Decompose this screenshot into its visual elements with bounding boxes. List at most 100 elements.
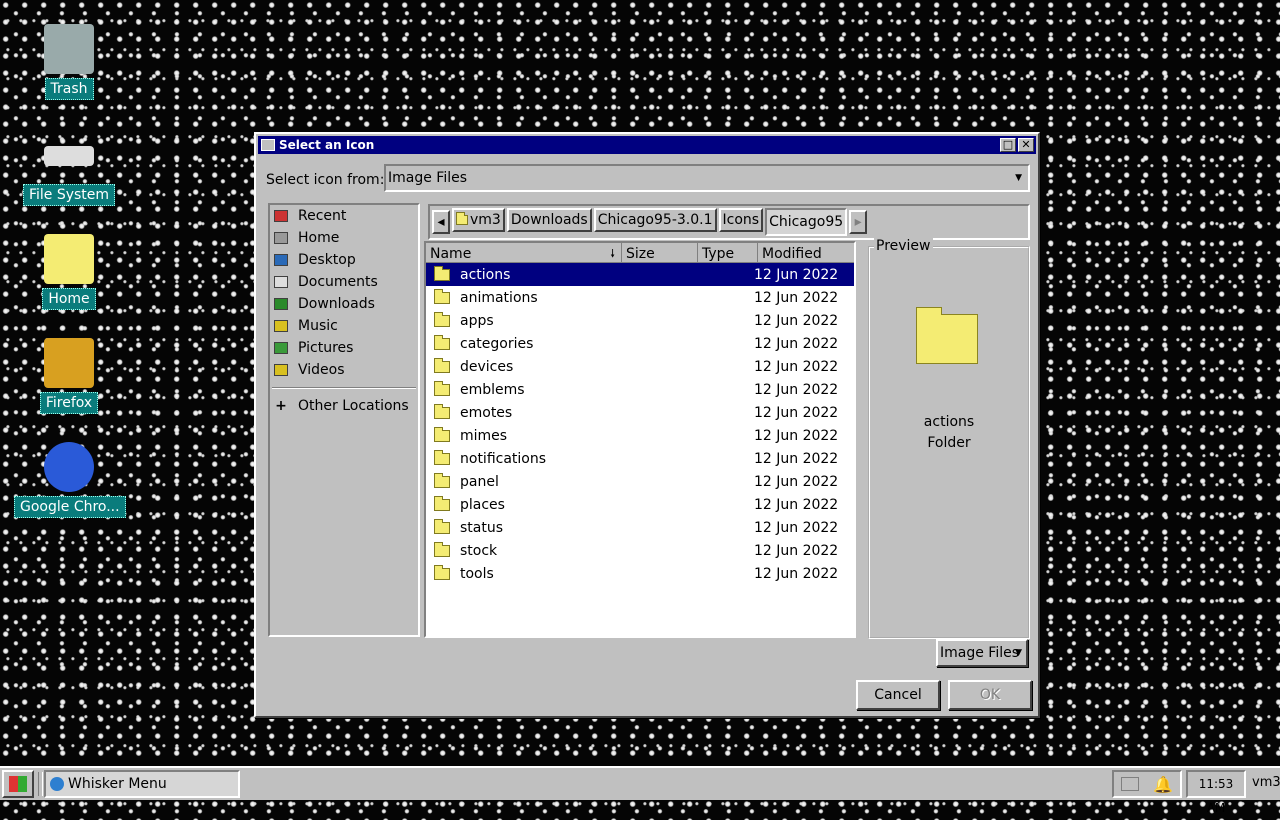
sidebar-item-documents[interactable]: Documents (270, 271, 418, 293)
pictures-icon (274, 342, 288, 354)
bell-icon[interactable]: 🔔 (1153, 775, 1173, 794)
file-row[interactable]: notifications 12 Jun 2022 (426, 447, 854, 470)
arrow-left-icon: ◂ (437, 214, 445, 230)
dialog-titlebar[interactable]: Select an Icon □ ✕ (258, 136, 1036, 154)
file-modified: 12 Jun 2022 (754, 404, 839, 421)
path-crumb[interactable]: vm3 (452, 208, 505, 232)
column-type[interactable]: Type (698, 243, 758, 263)
file-name: tools (460, 565, 494, 582)
file-row[interactable]: places 12 Jun 2022 (426, 493, 854, 516)
home-folder-icon (456, 212, 468, 225)
preview-label: Preview (874, 238, 933, 254)
preview-frame: Preview actions Folder (868, 238, 1030, 639)
places-divider (272, 387, 416, 389)
folder-icon (434, 564, 450, 580)
file-name: panel (460, 473, 499, 490)
path-crumb-label: Chicago95 (769, 214, 844, 230)
sidebar-item-music[interactable]: Music (270, 315, 418, 337)
path-forward-button[interactable]: ▸ (849, 210, 868, 234)
source-label: Select icon from: (266, 172, 385, 188)
column-size-label: Size (626, 246, 655, 262)
column-modified-label: Modified (762, 246, 822, 262)
battery-icon[interactable] (1121, 777, 1140, 791)
desktop-icon-2[interactable]: File System (14, 130, 124, 210)
source-combo[interactable]: Image Files ▼ (384, 164, 1030, 192)
clock[interactable]: 11:53 AM (1186, 770, 1246, 815)
maximize-button[interactable]: □ (1000, 138, 1016, 152)
sidebar-item-label: Desktop (298, 252, 356, 268)
file-row[interactable]: tools 12 Jun 2022 (426, 562, 854, 585)
file-row[interactable]: animations 12 Jun 2022 (426, 286, 854, 309)
folder-icon (434, 541, 450, 557)
file-row[interactable]: emblems 12 Jun 2022 (426, 378, 854, 401)
folder-icon (434, 449, 450, 465)
sidebar-item-other-locations[interactable]: + Other Locations (270, 395, 418, 417)
folder-icon (434, 518, 450, 534)
folder-icon (434, 495, 450, 511)
chevron-down-icon: ▼ (1015, 648, 1022, 658)
sidebar-item-home[interactable]: Home (270, 227, 418, 249)
column-modified[interactable]: Modified (758, 243, 854, 263)
path-back-button[interactable]: ◂ (432, 210, 450, 234)
folder-icon (434, 403, 450, 419)
downloads-icon (274, 298, 288, 310)
file-name: notifications (460, 450, 547, 467)
file-name: places (460, 496, 505, 513)
file-row[interactable]: panel 12 Jun 2022 (426, 470, 854, 493)
file-row[interactable]: devices 12 Jun 2022 (426, 355, 854, 378)
task-whisker-menu[interactable]: Whisker Menu (44, 770, 240, 798)
sidebar-item-label: Videos (298, 362, 345, 378)
desktop-icon-1[interactable]: Trash (14, 24, 124, 104)
sidebar-item-videos[interactable]: Videos (270, 359, 418, 381)
desktop-icon-5[interactable]: Google Chro... (14, 442, 126, 522)
sidebar-item-pictures[interactable]: Pictures (270, 337, 418, 359)
folder-icon (434, 472, 450, 488)
folder-icon (434, 288, 450, 304)
sidebar-item-label: Music (298, 318, 338, 334)
file-row[interactable]: mimes 12 Jun 2022 (426, 424, 854, 447)
cancel-button[interactable]: Cancel (856, 680, 940, 710)
file-row[interactable]: actions 12 Jun 2022 (426, 263, 854, 286)
file-modified: 12 Jun 2022 (754, 312, 839, 329)
sidebar-item-desktop[interactable]: Desktop (270, 249, 418, 271)
ok-button[interactable]: OK (948, 680, 1032, 710)
close-button[interactable]: ✕ (1018, 138, 1034, 152)
user-label[interactable]: vm3 (1252, 770, 1280, 798)
column-size[interactable]: Size (622, 243, 698, 263)
music-icon (274, 320, 288, 332)
file-row[interactable]: apps 12 Jun 2022 (426, 309, 854, 332)
file-name: actions (460, 266, 511, 283)
file-row[interactable]: stock 12 Jun 2022 (426, 539, 854, 562)
sidebar-item-downloads[interactable]: Downloads (270, 293, 418, 315)
desktop-icon-label: Google Chro... (14, 496, 126, 518)
folder-icon (434, 311, 450, 327)
file-name: emblems (460, 381, 525, 398)
sidebar-item-recent[interactable]: Recent (270, 205, 418, 227)
desktop-icon-4[interactable]: Firefox (14, 338, 124, 418)
path-bar: ◂ vm3 Downloads Chicago95-3.0.1 Icons Chicag… (428, 204, 1030, 240)
desktop-icon-3[interactable]: Home (14, 234, 124, 314)
preview-folder-icon (916, 307, 978, 364)
file-row[interactable]: categories 12 Jun 2022 (426, 332, 854, 355)
path-crumb[interactable]: Downloads (506, 208, 592, 232)
file-row[interactable]: status 12 Jun 2022 (426, 516, 854, 539)
filter-combo-value: Image Files (940, 645, 1020, 661)
taskbar: Whisker Menu 🔔 11:53 AM vm3 (0, 766, 1280, 815)
videos-icon (274, 364, 288, 376)
path-crumb[interactable]: Icons (718, 208, 764, 232)
column-type-label: Type (702, 246, 735, 262)
folder-icon (434, 265, 450, 281)
path-crumb[interactable]: Chicago95-3.0.1 (593, 208, 717, 232)
column-name[interactable]: Name 🠗 (426, 243, 622, 263)
file-modified: 12 Jun 2022 (754, 450, 839, 467)
file-name: status (460, 519, 504, 536)
drive-icon (44, 146, 94, 166)
file-modified: 12 Jun 2022 (754, 335, 839, 352)
path-crumb-label: Downloads (510, 212, 588, 228)
file-row[interactable]: emotes 12 Jun 2022 (426, 401, 854, 424)
filter-combo[interactable]: Image Files ▼ (936, 639, 1028, 667)
column-name-label: Name (430, 246, 472, 262)
path-crumb[interactable]: Chicago95 (765, 208, 848, 236)
start-button[interactable] (2, 770, 34, 798)
sort-down-icon: 🠗 (610, 247, 615, 260)
